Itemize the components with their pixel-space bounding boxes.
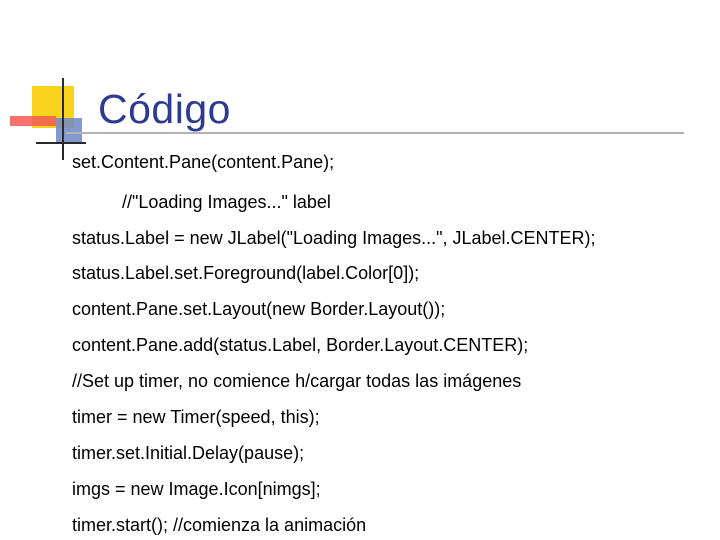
title-ornament-horizontal-line (36, 142, 86, 144)
title-ornament-vertical-line (62, 78, 64, 160)
slide-title: Código (98, 86, 231, 132)
code-line-add-status-label: content.Pane.add(status.Label, Border.La… (72, 335, 529, 355)
code-line-new-timer: timer = new Timer(speed, this); (72, 407, 320, 427)
code-line-set-content-pane: set.Content.Pane(content.Pane); (72, 152, 335, 172)
code-line-set-initial-delay: timer.set.Initial.Delay(pause); (72, 443, 305, 463)
code-line-new-image-icon: imgs = new Image.Icon[nimgs]; (72, 479, 321, 499)
slide: Código set.Content.Pane(content.Pane); /… (0, 0, 720, 540)
code-line-timer-start: timer.start(); //comienza la animación (72, 515, 367, 535)
code-line-set-foreground: status.Label.set.Foreground(label.Color[… (72, 263, 420, 283)
code-line-comment-timer: //Set up timer, no comience h/cargar tod… (72, 371, 522, 391)
code-line-status-label-new: status.Label = new JLabel("Loading Image… (72, 228, 596, 248)
title-ornament-blue-square (56, 118, 82, 142)
code-line-comment-loading-label: //"Loading Images..." label (122, 192, 331, 212)
title-ornament-red-bar (10, 116, 56, 126)
code-line-set-layout: content.Pane.set.Layout(new Border.Layou… (72, 299, 446, 319)
